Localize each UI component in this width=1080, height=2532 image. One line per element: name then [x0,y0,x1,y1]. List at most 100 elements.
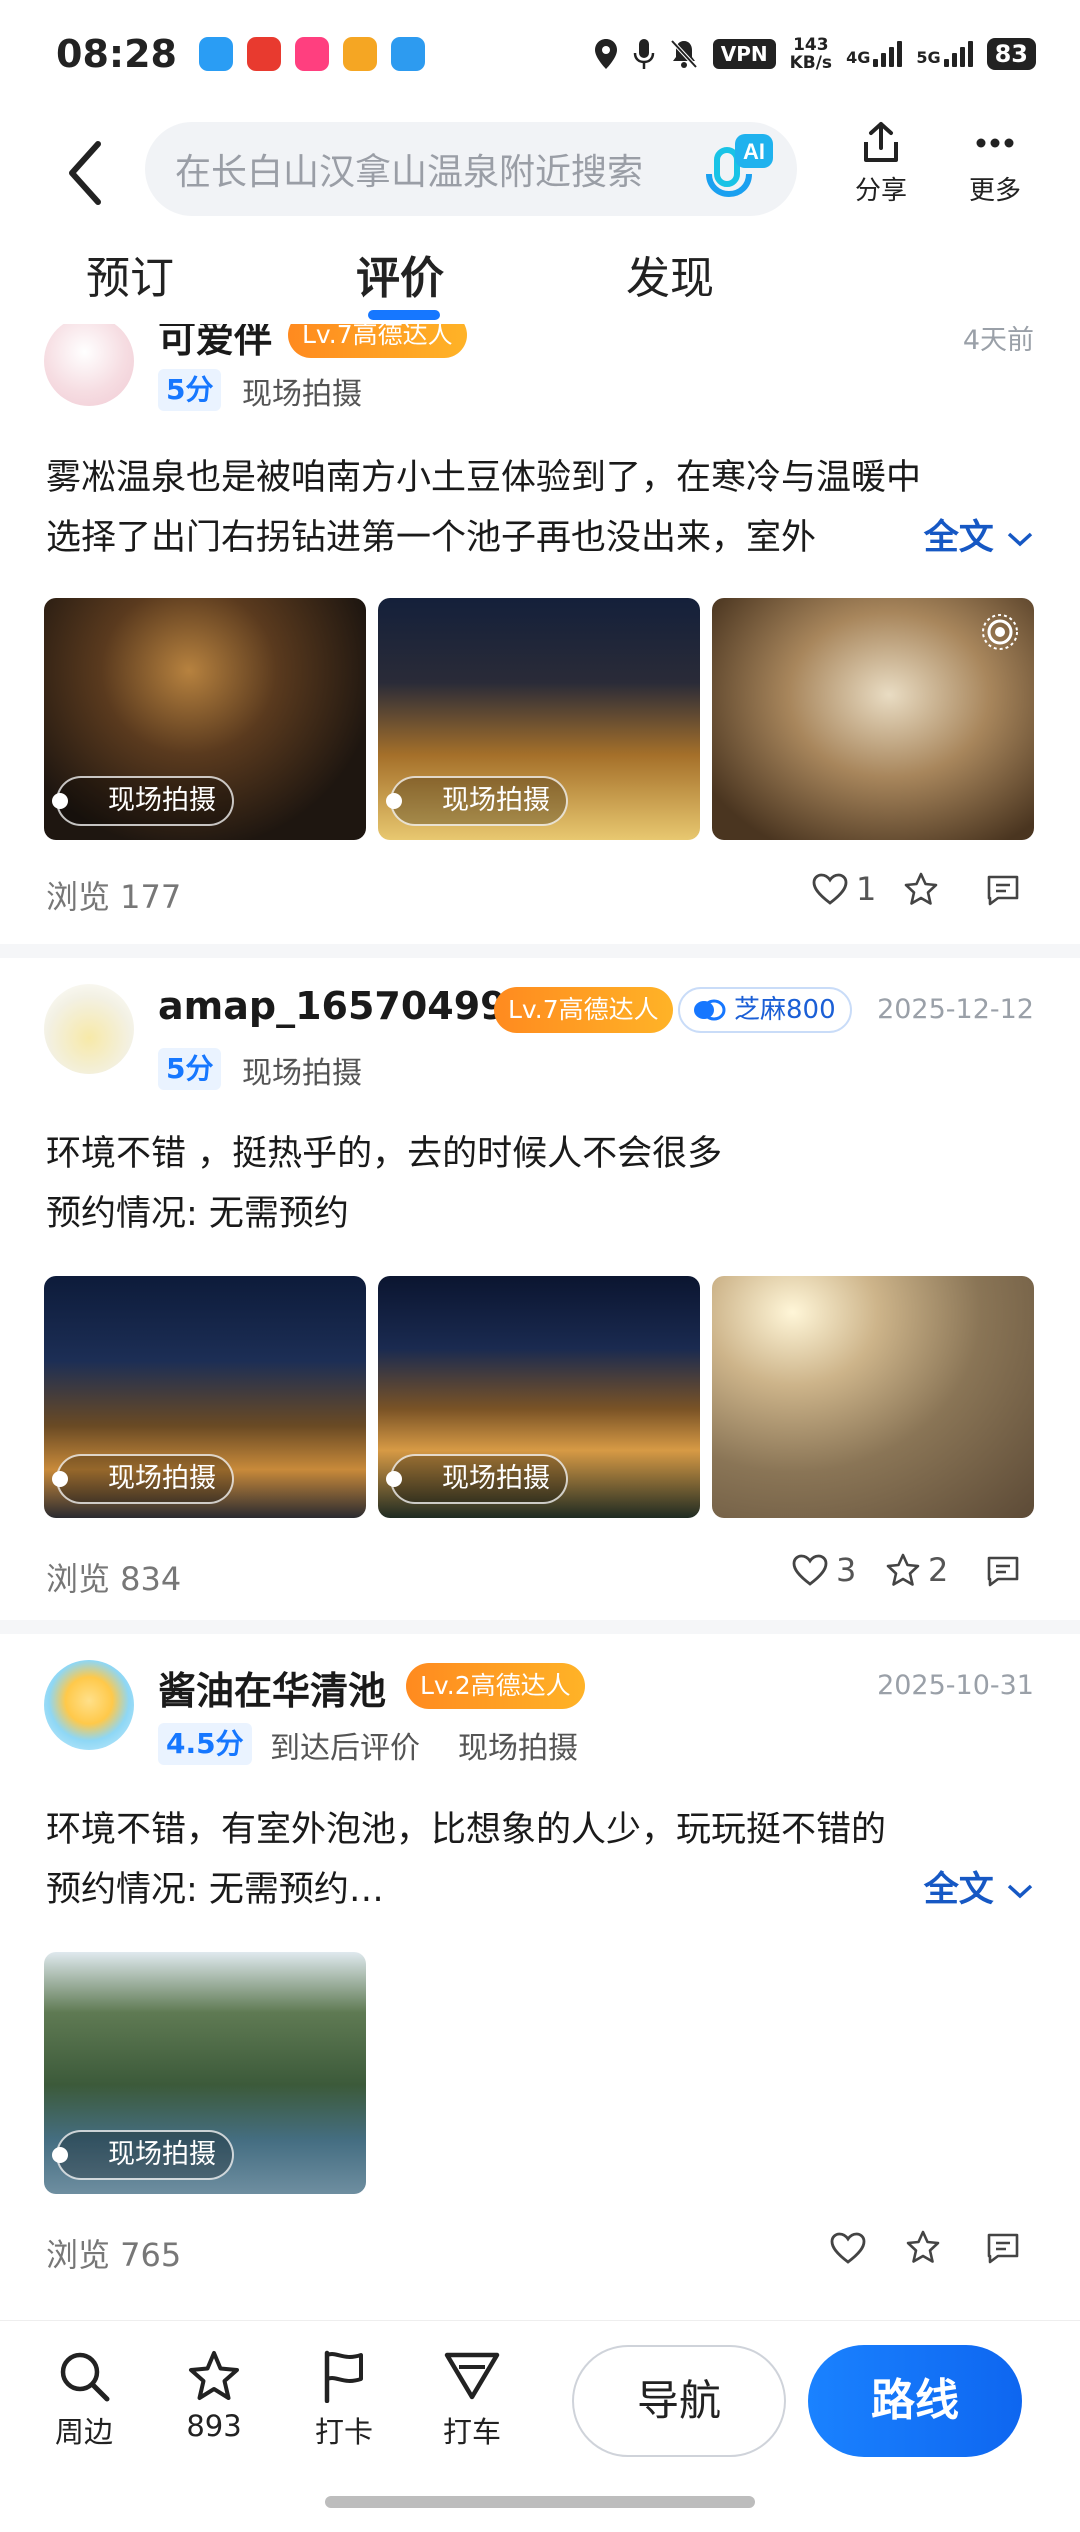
review-tag: 现场拍摄 [458,1731,578,1766]
search-placeholder: 在长白山汉拿山温泉附近搜索 [175,152,644,193]
comment-icon[interactable] [986,1555,1020,1587]
review-text[interactable]: 环境不错 ，挺热乎的，去的时候人不会很多 预约情况: 无需预约 [46,1124,1036,1244]
checkin-label: 打卡 [314,2415,373,2449]
username[interactable]: 可爱伴 [158,324,272,363]
favorite-count: 2 [928,1551,949,1589]
navigate-button[interactable]: 导航 [572,2345,786,2457]
favorite-count-button[interactable]: 893 [164,2349,264,2443]
home-indicator[interactable] [325,2496,755,2508]
top-bar: 在长白山汉拿山温泉附近搜索 AI 分享 更多 [0,118,1080,228]
review-photo[interactable]: 现场拍摄 [378,1276,700,1518]
tab-active-indicator [368,310,440,320]
view-count: 浏览 765 [46,2236,182,2274]
vpn-indicator: VPN [712,39,776,69]
like-count: 1 [856,870,877,908]
photo-badge: 现场拍摄 [52,1454,234,1504]
review-text-line: 环境不错，有室外泡池，比想象的人少，玩玩挺不错的 [46,1810,887,1850]
paper-plane-app-icon [198,37,233,71]
live-photo-icon [982,614,1018,650]
score-badge: 5分 [158,369,222,411]
battery-indicator: 83 [986,38,1036,70]
review-photo[interactable]: 现场拍摄 [44,598,366,840]
more-dots-icon [976,138,1014,148]
pink-app-icon [294,37,329,71]
flag-icon [324,2350,363,2403]
tab-discover[interactable]: 发现 [626,242,714,306]
microphone-icon [633,39,654,69]
signal-5g: 5G [916,41,973,67]
more-button[interactable]: 更多 [950,118,1040,207]
photo-badge: 现场拍摄 [386,776,568,826]
notification-icons [198,37,425,71]
username[interactable]: 酱油在华清池 [158,1660,386,1715]
ai-voice-icon[interactable]: AI [705,132,775,206]
level-badge: Lv.7高德达人 [288,324,467,358]
review-tag: 现场拍摄 [242,1056,362,1091]
username[interactable]: amap_165704995 [158,984,533,1028]
share-label: 分享 [854,176,907,206]
view-count: 浏览 177 [46,878,182,916]
share-icon [864,122,898,162]
expand-full-text-link[interactable]: 全文 [863,508,1034,568]
heart-icon[interactable] [830,2232,866,2264]
taxi-label: 打车 [442,2415,501,2449]
review-photo[interactable] [712,598,1034,840]
star-icon [189,2351,239,2400]
red-app-icon [246,37,281,71]
photo-badge: 现场拍摄 [52,776,234,826]
review-text-line: 雾凇温泉也是被咱南方小土豆体验到了，在寒冷与温暖中 [46,458,922,498]
zhima-logo-icon [694,999,726,1021]
like-button[interactable]: 1 [812,870,876,908]
route-button[interactable]: 路线 [808,2345,1022,2457]
status-right: VPN 143 KB/s 4G 5G 83 [593,36,1036,72]
divider [0,1620,1080,1634]
level-badge: Lv.2高德达人 [406,1663,585,1709]
review-photo[interactable] [712,1276,1034,1518]
review-tag: 现场拍摄 [242,377,362,412]
status-bar: 08:28 VPN 143 KB/s 4G 5G 83 [0,0,1080,108]
favorite-star-icon [886,1553,920,1586]
comment-icon[interactable] [986,874,1020,906]
weibo-icon [342,37,377,71]
comment-icon[interactable] [986,2232,1020,2264]
review-photo[interactable]: 现场拍摄 [44,1952,366,2194]
like-button[interactable]: 3 [792,1551,856,1589]
favorites-count: 893 [186,2409,242,2443]
review-tag: 到达后评价 [270,1731,420,1766]
chevron-down-icon [1007,1884,1033,1899]
mute-bell-icon [670,39,698,69]
checkin-button[interactable]: 打卡 [294,2349,394,2451]
nearby-button[interactable]: 周边 [34,2349,134,2451]
photo-badge: 现场拍摄 [52,2130,234,2180]
search-input[interactable]: 在长白山汉拿山温泉附近搜索 AI [145,122,797,216]
tab-booking[interactable]: 预订 [86,242,174,306]
taxi-icon [444,2352,500,2400]
zhima-credit-badge: 芝麻800 [678,987,852,1033]
review-text-line: 预约情况: 无需预约 [46,1194,349,1234]
expand-full-text-link[interactable]: 全文 [863,1860,1034,1920]
user-avatar[interactable] [44,1660,134,1750]
review-date: 2025-10-31 [877,1670,1034,1701]
search-icon [60,2352,110,2402]
status-time: 08:28 [56,32,177,76]
nearby-label: 周边 [54,2415,113,2449]
user-avatar[interactable] [44,324,134,406]
favorite-star-icon[interactable] [904,872,938,906]
tab-reviews[interactable]: 评价 [356,242,444,306]
favorite-star-icon[interactable] [906,2230,940,2264]
divider [0,944,1080,958]
taxi-button[interactable]: 打车 [422,2349,522,2451]
tab-bar: 预订 评价 发现 [0,232,1080,324]
heart-icon [812,873,848,905]
review-photo[interactable]: 现场拍摄 [378,598,700,840]
level-badge: Lv.7高德达人 [494,987,673,1033]
heart-icon [792,1554,828,1586]
back-arrow-icon[interactable] [60,138,110,208]
like-count: 3 [836,1551,857,1589]
favorite-button[interactable]: 2 [886,1551,948,1589]
location-icon [594,39,617,69]
user-avatar[interactable] [44,984,134,1074]
signal-4g: 4G [846,41,903,67]
review-photo[interactable]: 现场拍摄 [44,1276,366,1518]
share-button[interactable]: 分享 [836,118,926,207]
